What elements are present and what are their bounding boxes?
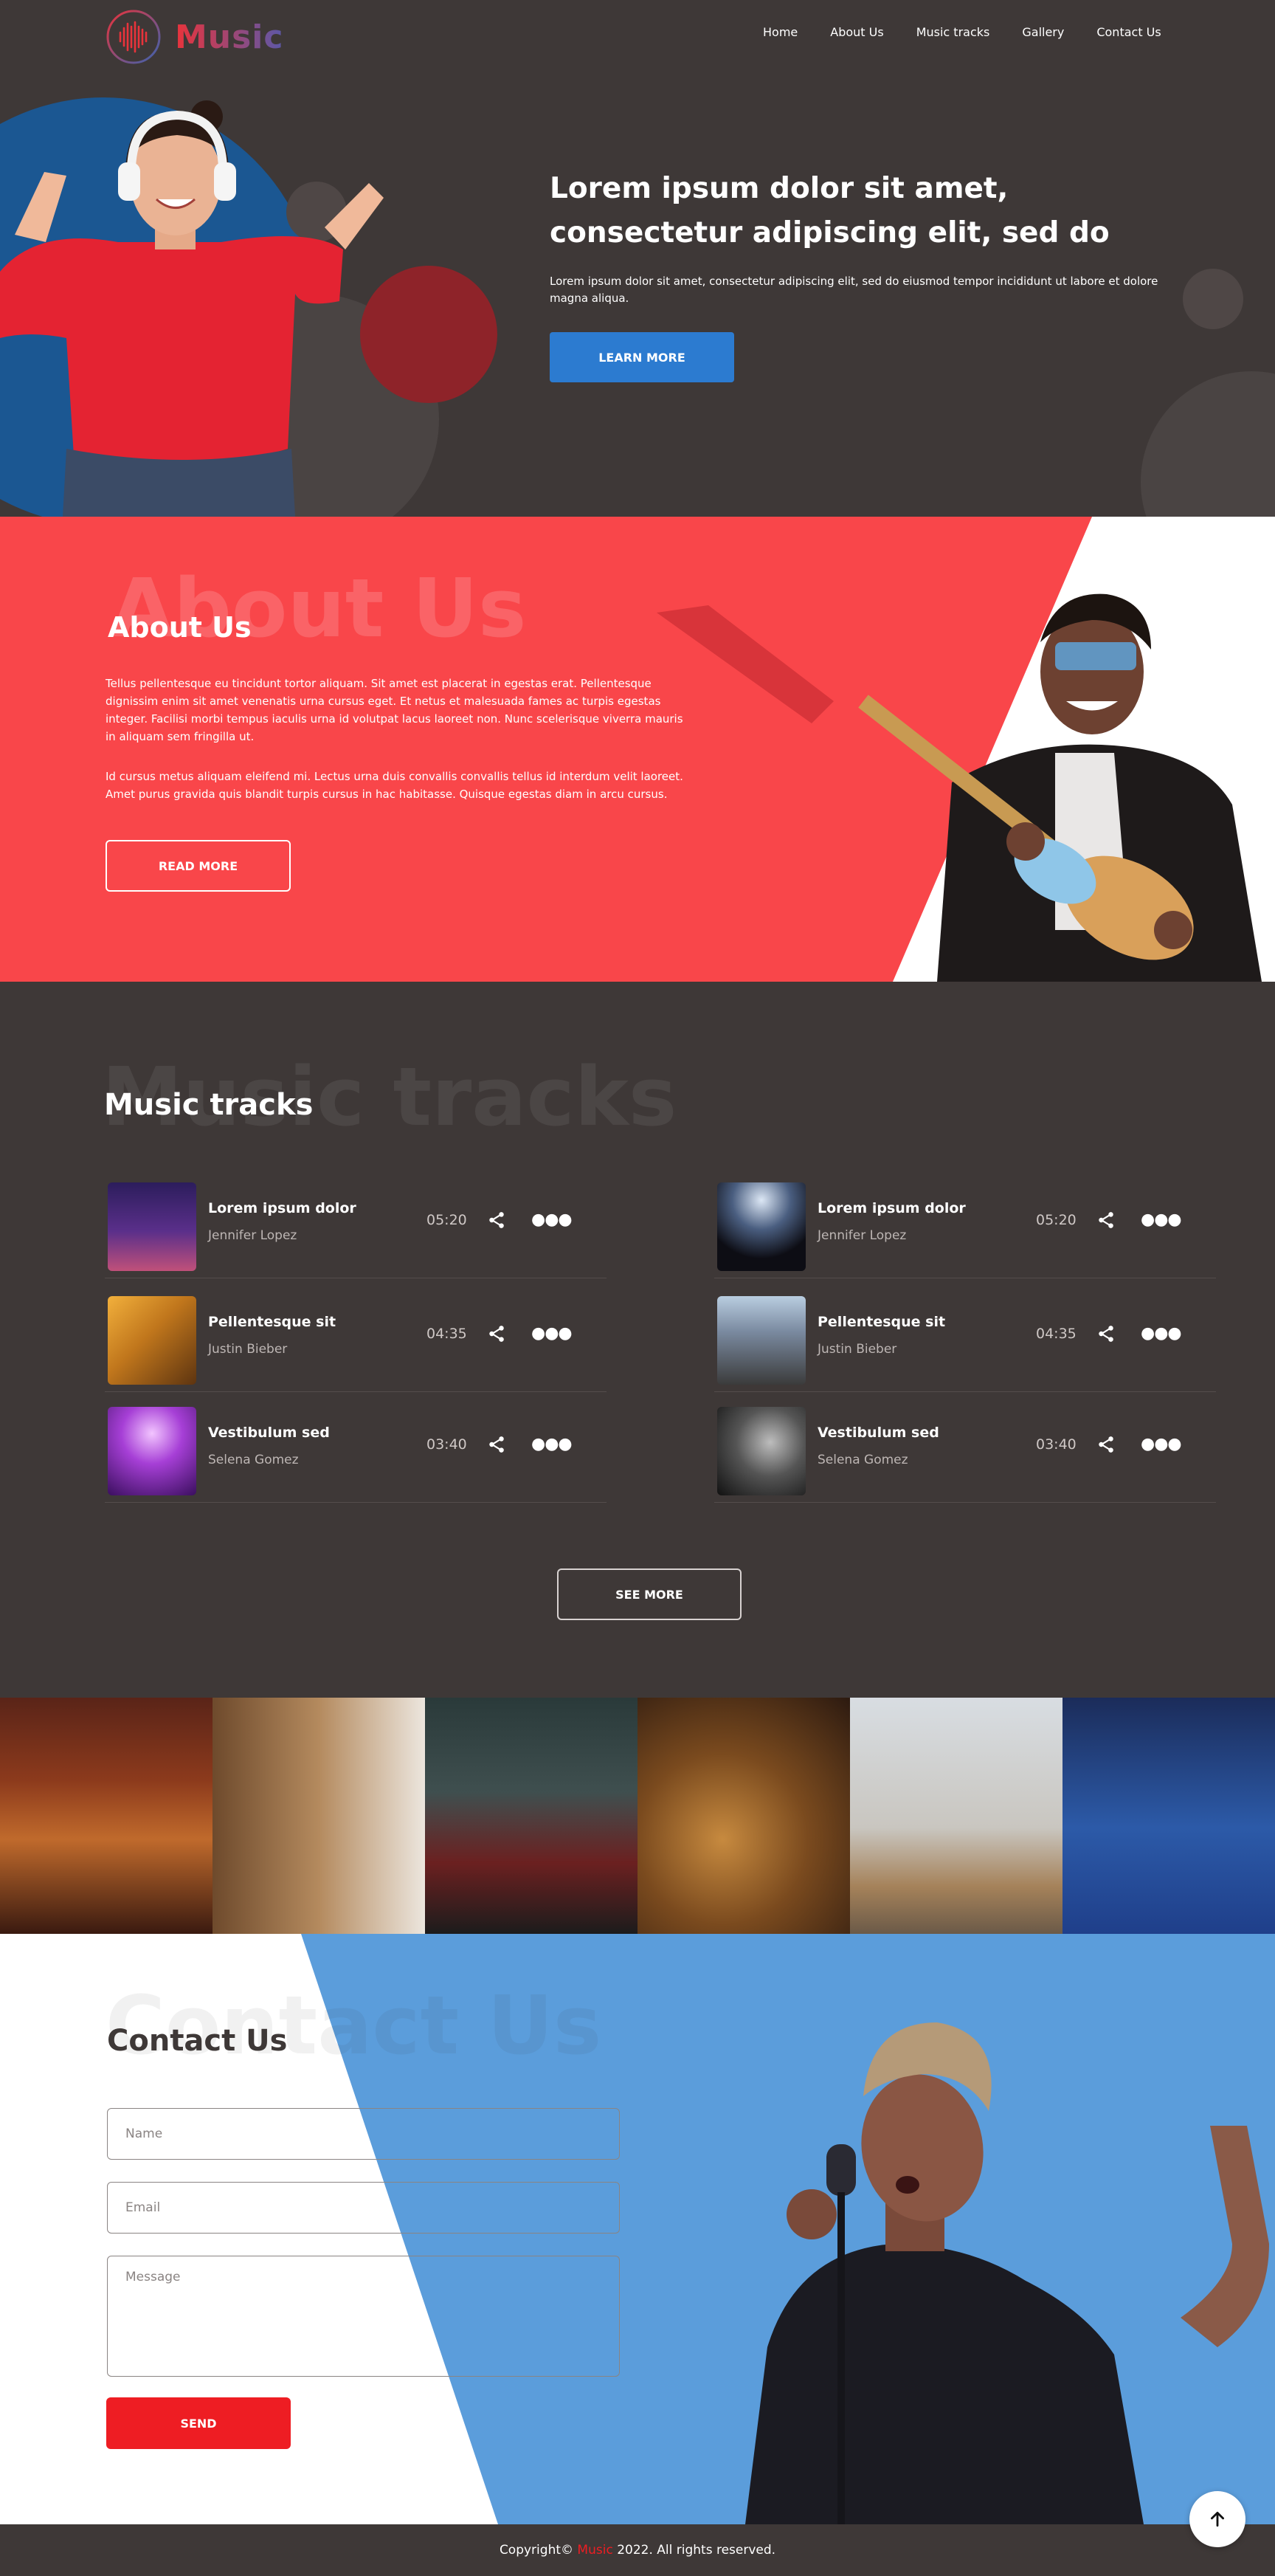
track-item[interactable]: Lorem ipsum dolor Jennifer Lopez 05:20 ●… [105,1168,607,1278]
track-name: Lorem ipsum dolor [208,1200,356,1216]
main-nav: Home About Us Music tracks Gallery Conta… [763,25,1194,39]
site-header: Music Home About Us Music tracks Gallery… [0,0,1275,72]
send-button[interactable]: SEND [106,2397,291,2449]
more-dots-icon[interactable]: ●●● [531,1210,573,1230]
copyright-prefix: Copyright [499,2543,562,2558]
track-thumbnail [717,1407,806,1495]
track-duration: 03:40 [1036,1436,1077,1453]
track-duration: 05:20 [1036,1212,1077,1228]
about-paragraph-1: Tellus pellentesque eu tincidunt tortor … [106,677,683,743]
hero-title: Lorem ipsum dolor sit amet, consectetur … [550,172,1110,249]
track-artist: Selena Gomez [818,1453,908,1467]
hero-decor-circle-corner [1141,371,1275,517]
about-section: About Us About Us Tellus pellentesque eu… [0,517,1275,982]
track-duration: 04:35 [1036,1326,1077,1342]
track-thumbnail [108,1296,196,1385]
track-name: Vestibulum sed [818,1425,939,1441]
scroll-to-top-button[interactable] [1189,2491,1245,2547]
about-guitarist-image [657,593,1262,982]
gallery-image-orchestra[interactable] [0,1698,212,1934]
track-artist: Jennifer Lopez [208,1228,297,1243]
more-dots-icon[interactable]: ●●● [531,1324,573,1343]
message-field[interactable] [107,2256,620,2377]
track-name: Pellentesque sit [818,1314,946,1330]
hero-section: Lorem ipsum dolor sit amet, consectetur … [0,72,1275,517]
contact-singer-image [745,2022,1269,2524]
contact-title: Contact Us [107,2024,288,2058]
nav-contact-us[interactable]: Contact Us [1096,25,1161,39]
name-field[interactable] [107,2108,620,2160]
music-tracks-section: Music tracks Music tracks Lorem ipsum do… [0,982,1275,1698]
track-item[interactable]: Vestibulum sed Selena Gomez 03:40 ●●● [714,1392,1216,1503]
more-dots-icon[interactable]: ●●● [1141,1435,1182,1454]
see-more-button[interactable]: SEE MORE [557,1568,742,1620]
nav-music-tracks[interactable]: Music tracks [916,25,990,39]
gallery-image-stage-guitars[interactable] [1062,1698,1275,1934]
track-thumbnail [717,1182,806,1271]
track-artist: Jennifer Lopez [818,1228,907,1243]
more-dots-icon[interactable]: ●●● [1141,1210,1182,1230]
track-item[interactable]: Pellentesque sit Justin Bieber 04:35 ●●● [714,1281,1216,1392]
track-item[interactable]: Lorem ipsum dolor Jennifer Lopez 05:20 ●… [714,1168,1216,1278]
track-thumbnail [108,1407,196,1495]
arrow-up-icon [1211,2511,1224,2527]
gallery-section [0,1698,1275,1934]
track-duration: 03:40 [426,1436,467,1453]
email-field[interactable] [107,2182,620,2234]
copyright-symbol-icon: © [561,2543,574,2558]
share-icon[interactable] [1096,1210,1116,1230]
music-logo-icon [106,10,161,64]
track-thumbnail [717,1296,806,1385]
gallery-image-guitarist-woman[interactable] [850,1698,1062,1934]
nav-about-us[interactable]: About Us [830,25,883,39]
more-dots-icon[interactable]: ●●● [531,1435,573,1454]
track-artist: Selena Gomez [208,1453,299,1467]
brand-logo[interactable]: Music [106,9,283,65]
track-duration: 05:20 [426,1212,467,1228]
track-name: Pellentesque sit [208,1314,336,1330]
hero-decor-circle-right [1183,269,1243,329]
tracks-title: Music tracks [104,1088,314,1122]
share-icon[interactable] [487,1435,506,1454]
copyright-text: Copyright© Music 2022. All rights reserv… [0,2543,1275,2558]
track-artist: Justin Bieber [818,1342,897,1357]
gallery-image-drummer[interactable] [425,1698,638,1934]
about-paragraph-2: Id cursus metus aliquam eleifend mi. Lec… [106,770,683,801]
hero-text: Lorem ipsum dolor sit amet, consectetur … [550,275,1158,305]
track-item[interactable]: Vestibulum sed Selena Gomez 03:40 ●●● [105,1392,607,1503]
more-dots-icon[interactable]: ●●● [1141,1324,1182,1343]
contact-section: Contact Us Contact Us SEND [0,1934,1275,2524]
share-icon[interactable] [1096,1435,1116,1454]
nav-gallery[interactable]: Gallery [1022,25,1064,39]
track-item[interactable]: Pellentesque sit Justin Bieber 04:35 ●●● [105,1281,607,1392]
share-icon[interactable] [487,1324,506,1343]
share-icon[interactable] [487,1210,506,1230]
gallery-image-drum-kit[interactable] [638,1698,850,1934]
brand-name: Music [175,18,284,56]
gallery-image-flute-player[interactable] [212,1698,425,1934]
track-artist: Justin Bieber [208,1342,288,1357]
track-thumbnail [108,1182,196,1271]
track-name: Vestibulum sed [208,1425,330,1441]
learn-more-button[interactable]: LEARN MORE [550,332,734,382]
site-footer: Copyright© Music 2022. All rights reserv… [0,2524,1275,2576]
copyright-brand[interactable]: Music [577,2543,612,2558]
nav-home[interactable]: Home [763,25,798,39]
hero-person-image [0,100,384,517]
about-title: About Us [108,611,252,644]
track-duration: 04:35 [426,1326,467,1342]
read-more-button[interactable]: READ MORE [106,840,291,892]
track-name: Lorem ipsum dolor [818,1200,966,1216]
share-icon[interactable] [1096,1324,1116,1343]
copyright-suffix: 2022. All rights reserved. [617,2543,776,2558]
